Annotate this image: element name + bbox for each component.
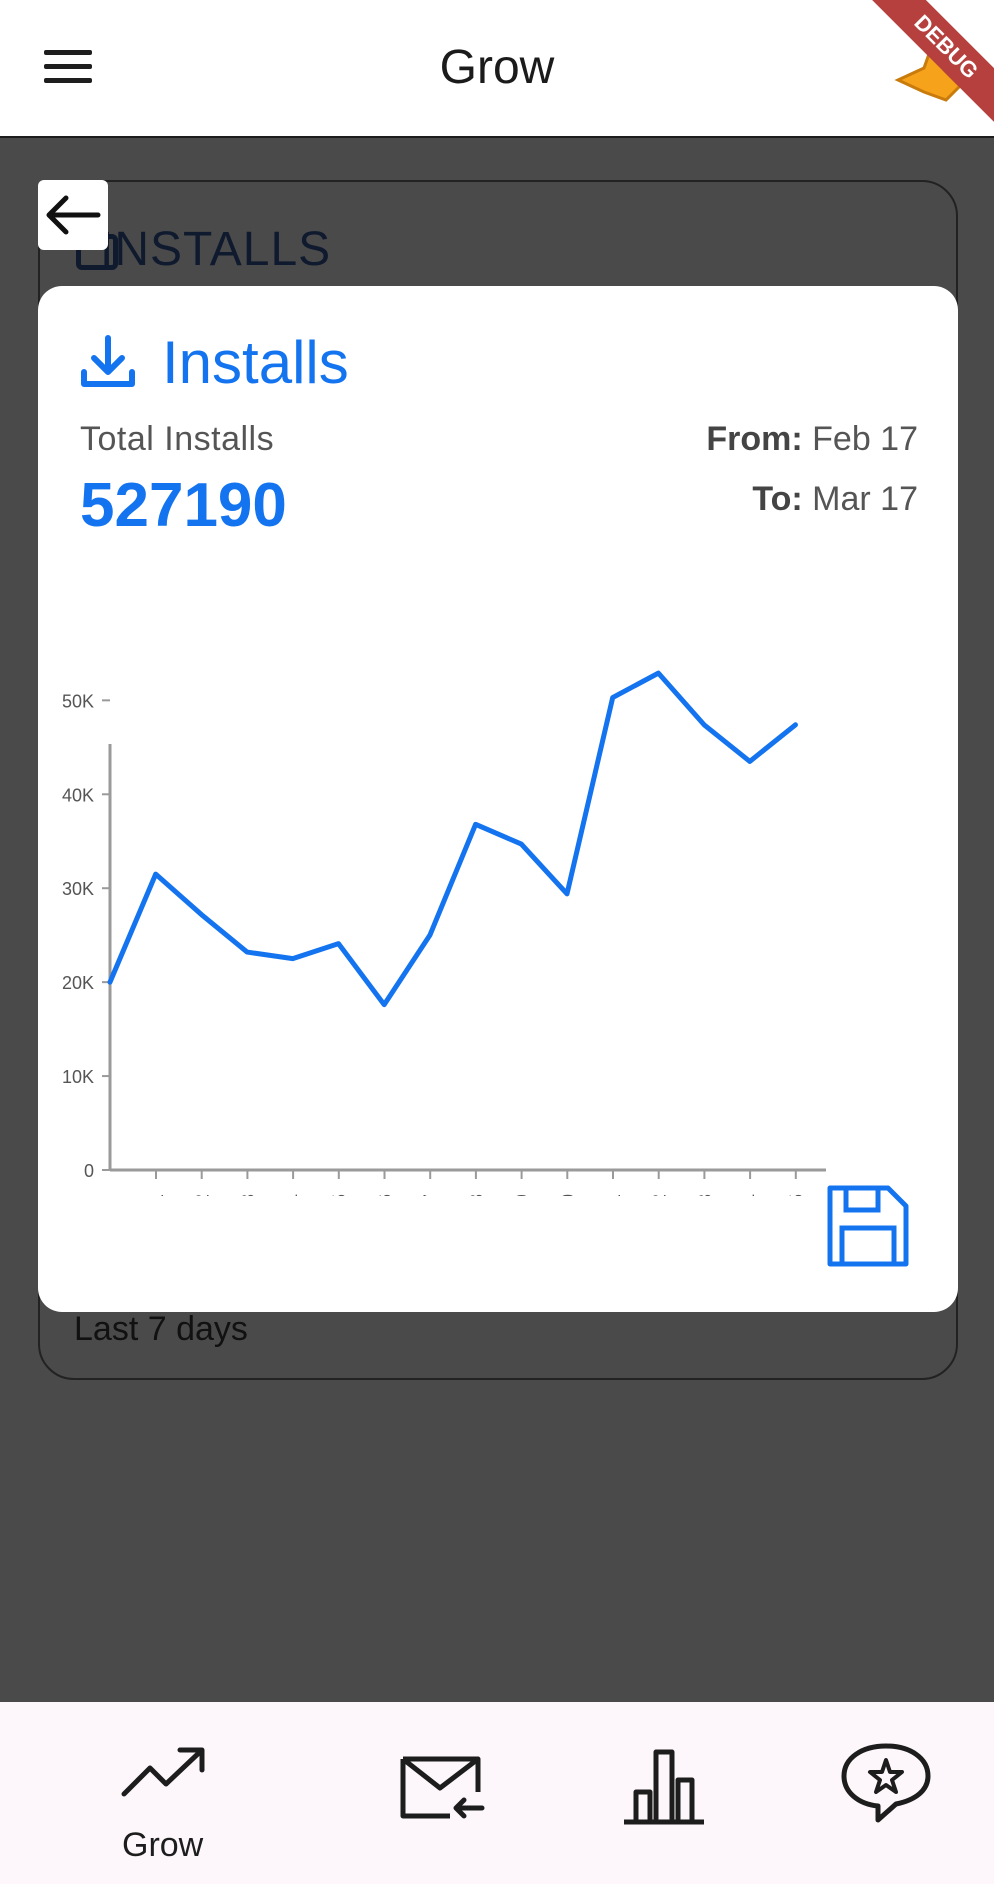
back-button[interactable] (38, 180, 108, 250)
to-date: To: Mar 17 (752, 480, 918, 519)
x-tick-label: 12/11 (604, 1194, 625, 1196)
app-bar: Grow DEBUG (0, 0, 994, 138)
download-icon (81, 335, 135, 387)
x-tick-label: 12/15 (787, 1194, 808, 1196)
y-tick-label: 50K (62, 691, 94, 711)
installs-card-title: INSTALLS (100, 223, 332, 276)
x-tick-label: 12/7 (421, 1194, 442, 1196)
bar-chart-icon[interactable] (622, 1746, 706, 1826)
installs-dialog: Installs Total Installs 527190 From: Feb… (38, 286, 958, 1312)
mail-inbox-icon[interactable] (398, 1754, 488, 1824)
x-tick-label: 12/6 (376, 1194, 397, 1196)
x-tick-label: 12/5 (330, 1194, 351, 1196)
nav-grow-label[interactable]: Grow (122, 1826, 203, 1865)
from-date: From: Feb 17 (706, 420, 918, 459)
review-star-icon[interactable] (838, 1740, 934, 1824)
total-installs-label: Total Installs (80, 420, 275, 458)
to-label: To: (752, 480, 803, 518)
x-tick-label: 12/10 (558, 1194, 579, 1196)
installs-card-range: Last 7 days (74, 1310, 248, 1348)
arrow-left-icon (46, 195, 101, 235)
to-value: Mar 17 (812, 480, 918, 518)
dialog-title: Installs (162, 329, 349, 396)
x-tick-label: 12/13 (695, 1194, 716, 1196)
from-label: From: (706, 420, 803, 458)
x-tick-label: 12/12 (650, 1194, 671, 1196)
save-icon[interactable] (822, 1180, 912, 1270)
y-tick-label: 30K (62, 879, 94, 899)
total-installs-value: 527190 (80, 471, 287, 540)
from-value: Feb 17 (812, 420, 918, 458)
installs-line-chart: 0 10K 20K 30K 40K 50K 12/1 12/2 12/3 12/4 12/5 12/6… (62, 670, 826, 1196)
y-tick-label: 40K (62, 785, 94, 805)
x-tick-label: 12/1 (147, 1194, 168, 1196)
bottom-navigation: Grow (0, 1702, 994, 1884)
debug-banner: DEBUG (854, 0, 994, 140)
x-tick-label: 12/8 (467, 1194, 488, 1196)
x-tick-label: 12/3 (238, 1194, 259, 1196)
x-tick-label: 12/2 (193, 1194, 214, 1196)
y-tick-label: 10K (62, 1067, 94, 1087)
x-tick-label: 12/9 (513, 1194, 534, 1196)
y-tick-label: 0 (84, 1161, 94, 1181)
installs-series-line (107, 670, 798, 1008)
y-tick-label: 20K (62, 973, 94, 993)
trending-up-icon[interactable] (120, 1744, 210, 1804)
app-title: Grow (439, 41, 555, 94)
x-tick-label: 12/14 (741, 1194, 762, 1196)
x-tick-label: 12/4 (284, 1194, 305, 1196)
